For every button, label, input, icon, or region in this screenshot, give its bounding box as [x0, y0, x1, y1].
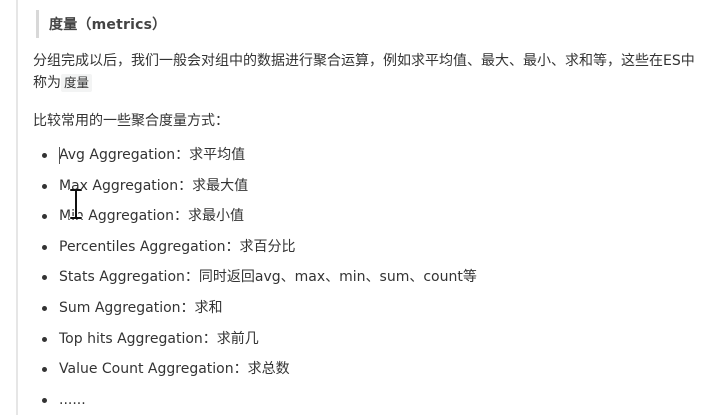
aggregation-list: Avg Aggregation：求平均值 Max Aggregation：求最大… — [33, 140, 477, 415]
intro-text: 分组完成以后，我们一般会对组中的数据进行聚合运算，例如求平均值、最大、最小、求和… — [33, 53, 695, 91]
list-item: Max Aggregation：求最大值 — [33, 171, 477, 202]
list-item-label: Max Aggregation：求最大值 — [59, 177, 249, 194]
bullet-icon — [42, 244, 47, 250]
bullet-icon — [42, 367, 47, 373]
list-item-label: Sum Aggregation：求和 — [59, 299, 223, 316]
list-item-label: ...... — [59, 391, 86, 408]
list-item: Value Count Aggregation：求总数 — [33, 354, 477, 385]
bullet-icon — [42, 183, 47, 189]
ibeam-cursor-icon — [69, 189, 83, 219]
bullet-icon — [42, 305, 47, 311]
list-item: Percentiles Aggregation：求百分比 — [33, 232, 477, 263]
list-item: Avg Aggregation：求平均值 — [33, 140, 477, 171]
list-item-label: Stats Aggregation：同时返回avg、max、min、sum、co… — [59, 269, 477, 286]
list-item: Sum Aggregation：求和 — [33, 293, 477, 324]
bullet-icon — [42, 397, 47, 403]
list-item-label: Top hits Aggregation：求前几 — [59, 330, 259, 347]
left-border-rule — [16, 0, 18, 415]
bullet-icon — [42, 336, 47, 342]
text-caret — [59, 147, 60, 164]
list-item-label: Value Count Aggregation：求总数 — [59, 361, 290, 378]
section-heading: 度量（metrics） — [49, 17, 167, 33]
list-item: ...... — [33, 385, 477, 415]
inline-code-metric: 度量 — [61, 74, 93, 92]
list-item-label: Avg Aggregation：求平均值 — [59, 147, 246, 163]
list-item: Min Aggregation：求最小值 — [33, 201, 477, 232]
list-item-label: Min Aggregation：求最小值 — [59, 208, 244, 225]
list-item: Top hits Aggregation：求前几 — [33, 324, 477, 355]
list-item-label: Percentiles Aggregation：求百分比 — [59, 238, 296, 255]
intro-paragraph: 分组完成以后，我们一般会对组中的数据进行聚合运算，例如求平均值、最大、最小、求和… — [33, 50, 697, 94]
list-intro-paragraph: 比较常用的一些聚合度量方式： — [33, 113, 229, 129]
section-heading-block: 度量（metrics） — [36, 10, 166, 38]
document-page: 度量（metrics） 分组完成以后，我们一般会对组中的数据进行聚合运算，例如求… — [0, 0, 708, 415]
list-item: Stats Aggregation：同时返回avg、max、min、sum、co… — [33, 262, 477, 293]
bullet-icon — [42, 214, 47, 220]
bullet-icon — [42, 275, 47, 281]
bullet-icon — [42, 153, 47, 158]
